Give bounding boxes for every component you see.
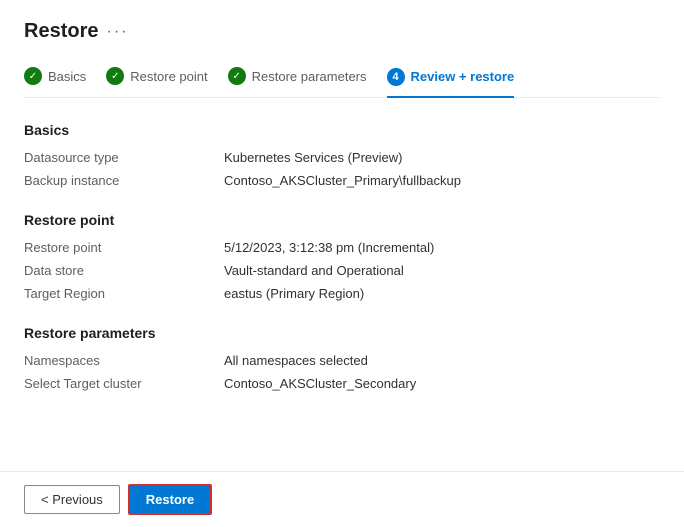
restore-point-section: Restore point Restore point 5/12/2023, 3… [24,212,660,305]
rp-restore-point-label: Restore point [24,240,224,255]
basics-datasource-row: Datasource type Kubernetes Services (Pre… [24,146,660,169]
step-restore-parameters[interactable]: ✓ Restore parameters [228,67,367,85]
page-menu-icon[interactable]: ··· [106,23,128,41]
rparams-namespaces-value: All namespaces selected [224,353,368,368]
restore-button[interactable]: Restore [128,484,212,515]
restore-parameters-section: Restore parameters Namespaces All namesp… [24,325,660,395]
page-title: Restore [24,20,98,43]
step-review-restore-label: Review + restore [411,69,515,84]
rp-data-store-value: Vault-standard and Operational [224,263,404,278]
basics-backup-label: Backup instance [24,173,224,188]
step-restore-point-label: Restore point [130,69,207,84]
page-header: Restore ··· [24,20,660,43]
step-restore-point[interactable]: ✓ Restore point [106,67,207,85]
rp-restore-point-value: 5/12/2023, 3:12:38 pm (Incremental) [224,240,434,255]
rp-data-store-row: Data store Vault-standard and Operationa… [24,259,660,282]
rparams-target-cluster-label: Select Target cluster [24,376,224,391]
step-basics-check-icon: ✓ [24,67,42,85]
basics-section-title: Basics [24,122,660,138]
step-restore-parameters-check-icon: ✓ [228,67,246,85]
rp-target-region-value: eastus (Primary Region) [224,286,364,301]
rp-target-region-row: Target Region eastus (Primary Region) [24,282,660,305]
steps-bar: ✓ Basics ✓ Restore point ✓ Restore param… [24,67,660,98]
rp-data-store-label: Data store [24,263,224,278]
step-basics-label: Basics [48,69,86,84]
rparams-namespaces-label: Namespaces [24,353,224,368]
step-basics[interactable]: ✓ Basics [24,67,86,85]
basics-backup-row: Backup instance Contoso_AKSCluster_Prima… [24,169,660,192]
rparams-target-cluster-value: Contoso_AKSCluster_Secondary [224,376,416,391]
rparams-target-cluster-row: Select Target cluster Contoso_AKSCluster… [24,372,660,395]
rp-restore-point-row: Restore point 5/12/2023, 3:12:38 pm (Inc… [24,236,660,259]
restore-parameters-section-title: Restore parameters [24,325,660,341]
basics-section: Basics Datasource type Kubernetes Servic… [24,122,660,192]
previous-button[interactable]: < Previous [24,485,120,514]
basics-datasource-value: Kubernetes Services (Preview) [224,150,402,165]
rparams-namespaces-row: Namespaces All namespaces selected [24,349,660,372]
footer: < Previous Restore [0,471,684,527]
step-review-restore[interactable]: 4 Review + restore [387,68,515,98]
step-restore-parameters-label: Restore parameters [252,69,367,84]
step-restore-point-check-icon: ✓ [106,67,124,85]
basics-backup-value: Contoso_AKSCluster_Primary\fullbackup [224,173,461,188]
restore-point-section-title: Restore point [24,212,660,228]
step-review-restore-number-icon: 4 [387,68,405,86]
basics-datasource-label: Datasource type [24,150,224,165]
rp-target-region-label: Target Region [24,286,224,301]
